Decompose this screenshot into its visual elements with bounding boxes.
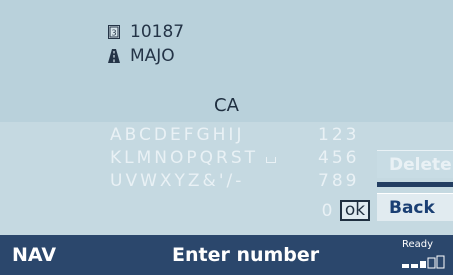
nav-screen: 3 10187 MAJO CA ABCDEFGHIJ KLMNOPQRST UV… <box>0 0 453 275</box>
signal-strength-icon <box>402 255 445 269</box>
letter-row-3[interactable]: UVWXYZ&'/- <box>110 170 310 193</box>
status-title: Enter number <box>172 244 320 266</box>
postal-code-value: 10187 <box>130 22 185 42</box>
postal-code-row: 3 10187 <box>108 21 184 43</box>
space-key-icon[interactable] <box>266 157 277 163</box>
letter-keys[interactable]: ABCDEFGHIJ KLMNOPQRST UVWXYZ&'/- <box>110 124 310 193</box>
street-row: MAJO <box>108 45 175 67</box>
postal-code-icon: 3 <box>108 25 120 39</box>
back-button[interactable]: Back <box>377 193 453 221</box>
street-road-icon <box>108 49 120 63</box>
zero-key[interactable]: 0 <box>318 201 336 221</box>
entry-text: CA <box>214 95 239 116</box>
letter-row-2-chars[interactable]: KLMNOPQRST <box>110 148 258 168</box>
ok-button[interactable]: ok <box>340 200 370 221</box>
ready-label: Ready <box>402 239 434 250</box>
svg-text:3: 3 <box>111 29 116 38</box>
street-value: MAJO <box>130 46 175 66</box>
number-row-1[interactable]: 123 <box>318 124 388 147</box>
status-bar: NAV Enter number Ready <box>0 235 453 275</box>
zero-ok-row: 0 ok <box>318 199 370 222</box>
delete-button[interactable]: Delete <box>377 150 453 178</box>
letter-row-1[interactable]: ABCDEFGHIJ <box>110 124 310 147</box>
letter-row-2[interactable]: KLMNOPQRST <box>110 147 310 170</box>
button-divider <box>377 182 453 187</box>
mode-label: NAV <box>12 244 57 266</box>
